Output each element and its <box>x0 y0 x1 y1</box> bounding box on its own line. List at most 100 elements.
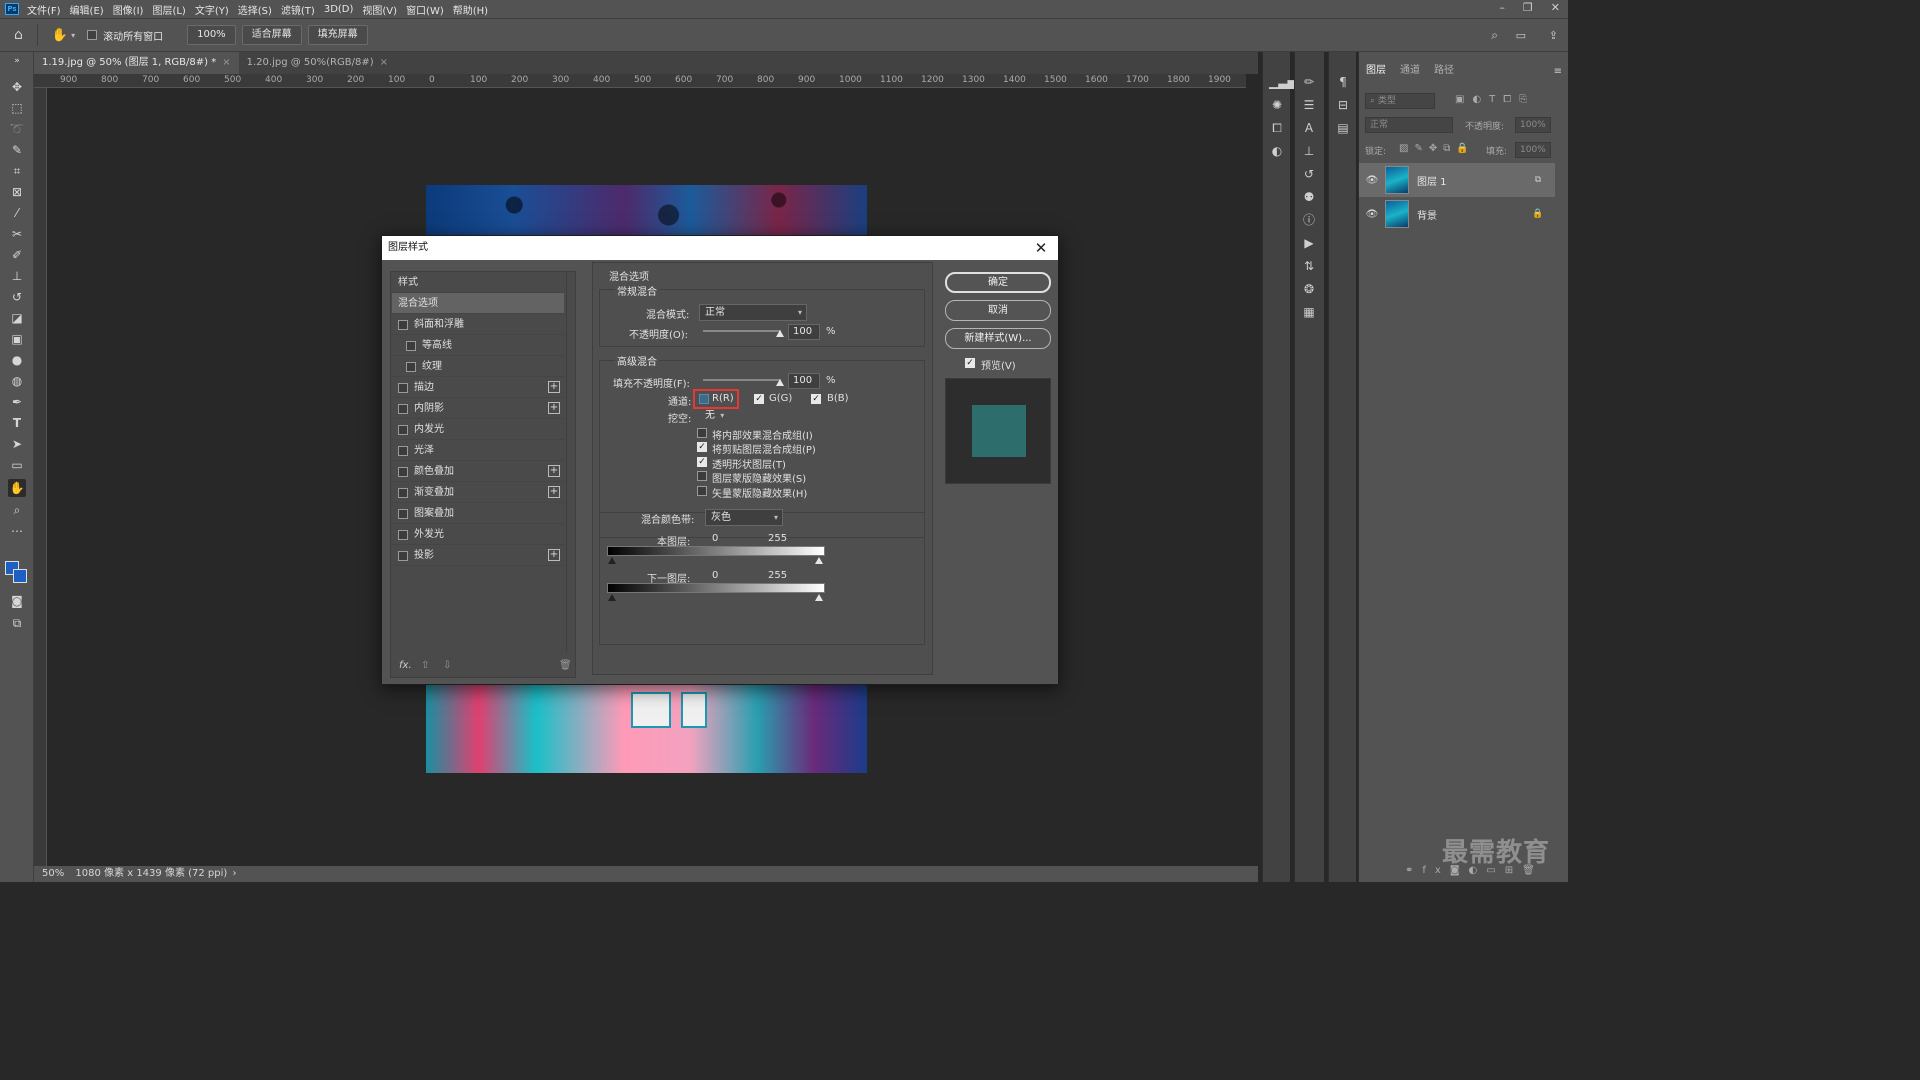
comments-icon[interactable]: ▤ <box>1335 120 1351 136</box>
fill-opacity-slider-track[interactable] <box>703 379 781 381</box>
shape-tool-icon[interactable]: ▭ <box>8 456 26 474</box>
fill-opacity-input[interactable]: 100 <box>788 373 820 389</box>
path-select-tool-icon[interactable]: ➤ <box>8 435 26 453</box>
menu-window[interactable]: 窗口(W) <box>406 2 444 17</box>
tab-document-1[interactable]: 1.19.jpg @ 50% (图层 1, RGB/8#) * × <box>34 52 239 74</box>
lasso-tool-icon[interactable]: ➰ <box>8 120 26 138</box>
style-checkbox[interactable] <box>406 362 416 372</box>
menu-type[interactable]: 文字(Y) <box>195 2 229 17</box>
workspace-icon[interactable]: ▭ <box>1516 29 1526 42</box>
add-effect-button[interactable]: + <box>548 381 560 393</box>
ok-button[interactable]: 确定 <box>945 272 1051 293</box>
add-effect-button[interactable]: + <box>548 465 560 477</box>
opacity-slider-knob[interactable] <box>776 330 784 337</box>
visibility-eye-icon[interactable]: 👁 <box>1359 209 1385 220</box>
info-icon[interactable]: ⓘ <box>1301 212 1317 228</box>
style-item-pattern-overlay[interactable]: 图案叠加 <box>392 503 564 524</box>
pen-tool-icon[interactable]: ✒ <box>8 393 26 411</box>
tool-preset-chevron-icon[interactable]: ▾ <box>71 31 75 40</box>
menu-image[interactable]: 图像(I) <box>113 2 144 17</box>
delete-effect-icon[interactable]: 🗑 <box>559 660 572 671</box>
more-tools-icon[interactable]: ⋯ <box>8 522 26 540</box>
zoom-value-field[interactable]: 100% <box>187 25 236 45</box>
style-checkbox[interactable] <box>398 404 408 414</box>
opacity-input[interactable]: 100 <box>788 324 820 340</box>
menu-layer[interactable]: 图层(L) <box>152 2 185 17</box>
menu-edit[interactable]: 编辑(E) <box>70 2 104 17</box>
style-item-inner-glow[interactable]: 内发光 <box>392 419 564 440</box>
style-item-outer-glow[interactable]: 外发光 <box>392 524 564 545</box>
under-layer-white-knob[interactable] <box>815 594 823 601</box>
lock-icons[interactable]: ▨✎✥⧉🔒 <box>1399 143 1475 154</box>
menu-3d[interactable]: 3D(D) <box>324 4 354 15</box>
move-down-icon[interactable]: ⇩ <box>443 660 451 671</box>
blend-clipped-checkbox[interactable]: ✓ <box>697 442 707 452</box>
menu-filter[interactable]: 滤镜(T) <box>281 2 315 17</box>
knockout-select[interactable]: 无 ▾ <box>697 408 731 424</box>
color-icon[interactable]: ◐ <box>1269 143 1285 159</box>
menu-help[interactable]: 帮助(H) <box>453 2 488 17</box>
blur-tool-icon[interactable]: ● <box>8 351 26 369</box>
style-checkbox[interactable] <box>398 530 408 540</box>
status-zoom[interactable]: 50% <box>42 868 64 879</box>
fit-screen-button[interactable]: 适合屏幕 <box>241 25 302 45</box>
glyphs-icon[interactable]: ⚉ <box>1301 189 1317 205</box>
restore-button[interactable]: ❐ <box>1523 0 1533 16</box>
under-layer-black-knob[interactable] <box>608 594 616 601</box>
channel-g-checkbox[interactable]: ✓ <box>754 394 764 404</box>
under-layer-gradient[interactable] <box>607 583 825 593</box>
properties-icon[interactable]: ☰ <box>1301 97 1317 113</box>
layer-mask-hides-checkbox[interactable] <box>697 471 707 481</box>
this-layer-black-knob[interactable] <box>608 557 616 564</box>
style-item-drop-shadow[interactable]: 投影 + <box>392 545 564 566</box>
hand-tool-icon[interactable]: ✋ <box>8 479 26 497</box>
this-layer-white-knob[interactable] <box>815 557 823 564</box>
screen-mode-icon[interactable]: ⧉ <box>8 614 26 632</box>
gradient-tool-icon[interactable]: ▣ <box>8 330 26 348</box>
layer-row-layer1[interactable]: 👁 图层 1 ⧉ <box>1359 163 1555 197</box>
tab-layers[interactable]: 图层 <box>1359 62 1393 80</box>
style-checkbox[interactable] <box>406 341 416 351</box>
style-item-inner-shadow[interactable]: 内阴影 + <box>392 398 564 419</box>
tab-paths[interactable]: 路径 <box>1427 62 1461 80</box>
brush-settings-icon[interactable]: ✏ <box>1301 74 1317 90</box>
frame-tool-icon[interactable]: ⊠ <box>8 183 26 201</box>
close-window-button[interactable]: ✕ <box>1551 0 1560 16</box>
style-checkbox[interactable] <box>398 320 408 330</box>
libraries-icon[interactable]: ⧠ <box>1269 120 1285 136</box>
share-icon[interactable]: ⇪ <box>1549 29 1558 42</box>
search-icon[interactable]: ⌕ <box>1491 28 1498 43</box>
actions-icon[interactable]: ▶ <box>1301 235 1317 251</box>
menu-file[interactable]: 文件(F) <box>27 2 61 17</box>
style-checkbox[interactable] <box>398 383 408 393</box>
hand-tool-icon[interactable]: ✋ <box>52 28 68 43</box>
layer-blend-mode-select[interactable]: 正常 <box>1365 117 1453 133</box>
zoom-tool-icon[interactable]: ⌕ <box>8 501 26 519</box>
scroll-all-checkbox[interactable] <box>87 30 98 40</box>
style-checkbox[interactable] <box>398 467 408 477</box>
clone-source-icon[interactable]: ⊥ <box>1301 143 1317 159</box>
histogram-icon[interactable]: ▁▃▅ <box>1269 74 1297 90</box>
style-item-contour[interactable]: 等高线 <box>392 335 564 356</box>
layer-filter-field[interactable]: ⌕ 类型 <box>1365 93 1435 109</box>
channel-r-checkbox[interactable] <box>699 394 709 404</box>
history-icon[interactable]: ↺ <box>1301 166 1317 182</box>
stamp-tool-icon[interactable]: ⊥ <box>8 267 26 285</box>
3d-icon[interactable]: ❂ <box>1301 281 1317 297</box>
tab-close-icon[interactable]: × <box>222 57 230 68</box>
quick-select-tool-icon[interactable]: ✎ <box>8 141 26 159</box>
layer-row-background[interactable]: 👁 背景 🔒 <box>1359 197 1555 231</box>
collapse-panel-icon[interactable]: » <box>8 52 26 70</box>
add-effect-button[interactable]: + <box>548 486 560 498</box>
preview-checkbox[interactable]: ✓ <box>965 358 975 368</box>
healing-tool-icon[interactable]: ✂ <box>8 225 26 243</box>
paths-icon[interactable]: ⇅ <box>1301 258 1317 274</box>
background-color-swatch[interactable] <box>13 569 27 583</box>
style-item-blending-options[interactable]: 混合选项 <box>392 293 564 314</box>
fill-field[interactable]: 100% <box>1515 142 1551 158</box>
character-icon[interactable]: A <box>1301 120 1317 136</box>
table-icon[interactable]: ▦ <box>1301 304 1317 320</box>
eyedropper-tool-icon[interactable]: ⁄ <box>8 204 26 222</box>
fill-screen-button[interactable]: 填充屏幕 <box>307 25 368 45</box>
style-checkbox[interactable] <box>398 509 408 519</box>
